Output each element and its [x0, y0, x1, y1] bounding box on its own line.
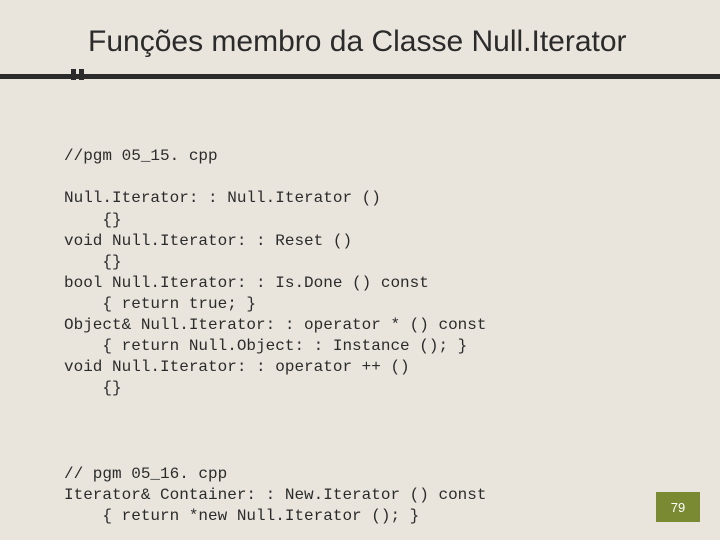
title-block: Funções membro da Classe Null.Iterator [0, 0, 720, 66]
horizontal-rule [0, 74, 720, 79]
page-number-badge: 79 [656, 492, 700, 522]
code-block-1: //pgm 05_15. cpp Null.Iterator: : Null.I… [64, 146, 680, 399]
rule-tick-icon [71, 69, 76, 80]
divider [0, 72, 720, 86]
content-area: //pgm 05_15. cpp Null.Iterator: : Null.I… [0, 86, 720, 540]
code-block-2: // pgm 05_16. cpp Iterator& Container: :… [64, 464, 680, 527]
page-number: 79 [671, 500, 685, 515]
slide: Funções membro da Classe Null.Iterator /… [0, 0, 720, 540]
rule-tick-icon [79, 69, 84, 80]
slide-title: Funções membro da Classe Null.Iterator [88, 24, 720, 60]
